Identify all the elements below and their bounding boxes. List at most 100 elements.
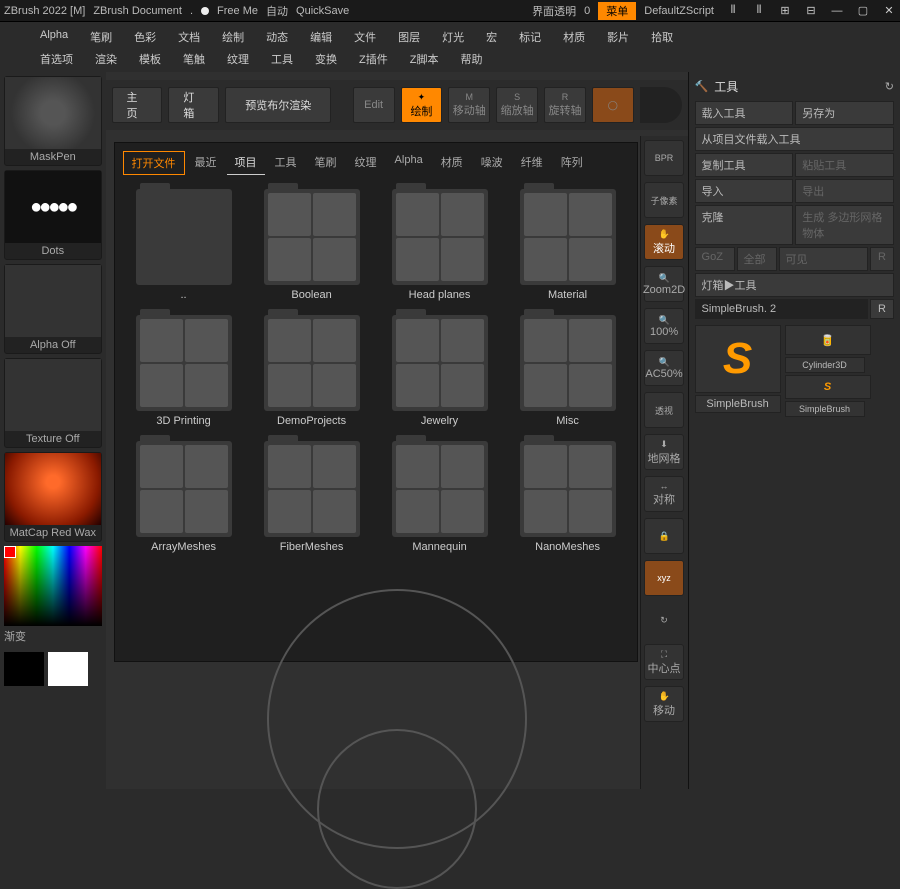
menu-工具[interactable]: 工具	[261, 48, 303, 70]
browser-tab-6[interactable]: Alpha	[387, 151, 431, 175]
menu-宏[interactable]: 宏	[476, 26, 507, 48]
menu-渲染[interactable]: 渲染	[85, 48, 127, 70]
goz-r-button[interactable]: R	[870, 247, 894, 271]
lightbox-button[interactable]: 灯箱	[168, 87, 219, 123]
swatch-black[interactable]	[4, 652, 44, 686]
folder-Material[interactable]: Material	[511, 189, 625, 301]
minimize-icon[interactable]: —	[830, 4, 844, 18]
tool-thumb-cylinder[interactable]: 🥫 Cylinder3D	[785, 325, 865, 373]
export-button[interactable]: 导出	[795, 179, 894, 203]
folder-..[interactable]: ..	[127, 189, 241, 301]
menu-文档[interactable]: 文档	[168, 26, 210, 48]
window-config2-icon[interactable]: ⊟	[804, 4, 818, 18]
menu-标记[interactable]: 标记	[509, 26, 551, 48]
folder-Jewelry[interactable]: Jewelry	[383, 315, 497, 427]
render-sphere-button[interactable]: ◯	[592, 87, 634, 123]
folder-Head planes[interactable]: Head planes	[383, 189, 497, 301]
copy-tool-button[interactable]: 复制工具	[695, 153, 794, 177]
clone-button[interactable]: 克隆	[695, 205, 794, 245]
brush-slot[interactable]: MaskPen	[4, 76, 102, 166]
menu-纹理[interactable]: 纹理	[217, 48, 259, 70]
swatch-white[interactable]	[48, 652, 88, 686]
menu-Alpha[interactable]: Alpha	[30, 26, 78, 48]
draw-mode-button[interactable]: ✦绘制	[401, 87, 443, 123]
tool-thumb-simplebrush-small[interactable]: S SimpleBrush	[785, 375, 865, 417]
xyz-button[interactable]: xyz	[644, 560, 684, 596]
menu-灯光[interactable]: 灯光	[432, 26, 474, 48]
browser-tab-0[interactable]: 打开文件	[123, 151, 185, 175]
menu-文件[interactable]: 文件	[344, 26, 386, 48]
menu-笔刷[interactable]: 笔刷	[80, 26, 122, 48]
load-tool-button[interactable]: 载入工具	[695, 101, 794, 125]
folder-Boolean[interactable]: Boolean	[255, 189, 369, 301]
brush-r-button[interactable]: R	[870, 299, 894, 319]
right-tray-icon[interactable]: ⦀	[752, 4, 766, 18]
scale-gizmo-button[interactable]: S缩放轴	[496, 87, 538, 123]
menu-拾取[interactable]: 拾取	[641, 26, 683, 48]
lock-button[interactable]: 🔒	[644, 518, 684, 554]
folder-Misc[interactable]: Misc	[511, 315, 625, 427]
browser-tab-8[interactable]: 噪波	[473, 151, 511, 175]
menu-Z脚本[interactable]: Z脚本	[400, 48, 449, 70]
ac50-button[interactable]: 🔍AC50%	[644, 350, 684, 386]
menu-动态[interactable]: 动态	[256, 26, 298, 48]
menu-变换[interactable]: 变换	[305, 48, 347, 70]
browser-tab-2[interactable]: 项目	[227, 151, 265, 175]
paste-tool-button[interactable]: 粘贴工具	[795, 153, 894, 177]
texture-slot[interactable]: Texture Off	[4, 358, 102, 448]
browser-tab-4[interactable]: 笔刷	[307, 151, 345, 175]
bpr-button[interactable]: BPR	[644, 140, 684, 176]
frame-button[interactable]: ⛶中心点	[644, 644, 684, 680]
edit-mode-button[interactable]: Edit	[353, 87, 395, 123]
browser-tab-9[interactable]: 纤维	[513, 151, 551, 175]
folder-FiberMeshes[interactable]: FiberMeshes	[255, 441, 369, 553]
menu-Z插件[interactable]: Z插件	[349, 48, 398, 70]
goz-all-button[interactable]: 全部	[737, 247, 777, 271]
folder-ArrayMeshes[interactable]: ArrayMeshes	[127, 441, 241, 553]
opacity-value[interactable]: 0	[584, 5, 590, 17]
auto-label[interactable]: 自动	[266, 3, 288, 19]
zoom2d-button[interactable]: 🔍Zoom2D	[644, 266, 684, 302]
goz-button[interactable]: GoZ	[695, 247, 735, 271]
color-gradient[interactable]	[4, 546, 102, 626]
import-button[interactable]: 导入	[695, 179, 794, 203]
symmetry-button[interactable]: ↔对称	[644, 476, 684, 512]
alpha-slot[interactable]: Alpha Off	[4, 264, 102, 354]
menu-模板[interactable]: 模板	[129, 48, 171, 70]
scroll-button[interactable]: ✋滚动	[644, 224, 684, 260]
browser-tab-10[interactable]: 阵列	[553, 151, 591, 175]
subpixel-button[interactable]: 子像素	[644, 182, 684, 218]
menu-材质[interactable]: 材质	[553, 26, 595, 48]
refresh-icon[interactable]: ↻	[885, 80, 894, 93]
folder-3D Printing[interactable]: 3D Printing	[127, 315, 241, 427]
menu-绘制[interactable]: 绘制	[212, 26, 254, 48]
close-icon[interactable]: ✕	[882, 4, 896, 18]
material-slot[interactable]: MatCap Red Wax	[4, 452, 102, 542]
maximize-icon[interactable]: ▢	[856, 4, 870, 18]
save-as-button[interactable]: 另存为	[795, 101, 894, 125]
default-script[interactable]: DefaultZScript	[644, 5, 714, 17]
render-half-button[interactable]	[640, 87, 682, 123]
left-tray-icon[interactable]: ⦀	[726, 4, 740, 18]
current-color-swatch[interactable]	[4, 546, 16, 558]
gradient-label[interactable]: 渐变	[4, 626, 102, 644]
move-gizmo-button[interactable]: M移动轴	[448, 87, 490, 123]
window-config-icon[interactable]: ⊞	[778, 4, 792, 18]
browser-tab-7[interactable]: 材质	[433, 151, 471, 175]
stroke-slot[interactable]: ●●●●● Dots	[4, 170, 102, 260]
canvas-area[interactable]: 主页 灯箱 预览布尔渲染 Edit ✦绘制 M移动轴 S缩放轴 R旋转轴 ◯ 打…	[106, 72, 688, 789]
menu-首选项[interactable]: 首选项	[30, 48, 83, 70]
color-picker[interactable]: 渐变	[4, 546, 102, 644]
browser-tab-5[interactable]: 纹理	[347, 151, 385, 175]
menu-编辑[interactable]: 编辑	[300, 26, 342, 48]
zoom100-button[interactable]: 🔍100%	[644, 308, 684, 344]
folder-Mannequin[interactable]: Mannequin	[383, 441, 497, 553]
menu-笔触[interactable]: 笔触	[173, 48, 215, 70]
rotate-icon[interactable]: ↻	[644, 602, 684, 638]
quicksave-button[interactable]: QuickSave	[296, 5, 349, 17]
rotate-gizmo-button[interactable]: R旋转轴	[544, 87, 586, 123]
lightbox-tools-button[interactable]: 灯箱▶工具	[695, 273, 894, 297]
tool-thumb-simplebrush[interactable]: S SimpleBrush	[695, 325, 781, 417]
browser-tab-3[interactable]: 工具	[267, 151, 305, 175]
menu-影片[interactable]: 影片	[597, 26, 639, 48]
